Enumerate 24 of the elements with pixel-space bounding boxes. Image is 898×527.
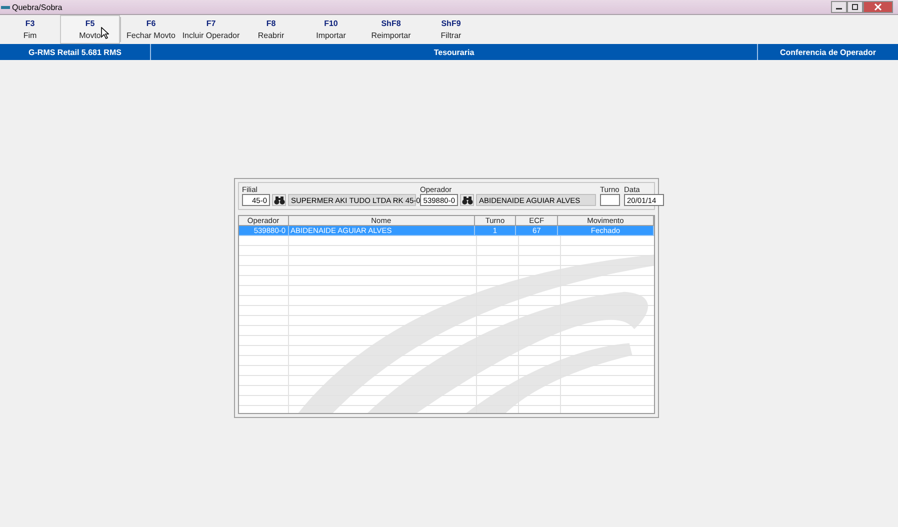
toolbar-button[interactable]: F10 Importar [301, 15, 361, 44]
minimize-button[interactable] [831, 1, 847, 13]
toolbar-button[interactable]: ShF9 Filtrar [421, 15, 481, 44]
binoculars-icon [462, 196, 472, 204]
toolbar-button[interactable]: F7 Incluir Operador [181, 15, 241, 44]
app-version: G-RMS Retail 5.681 RMS [0, 44, 151, 60]
module-name: Tesouraria [432, 46, 476, 58]
screen-name: Conferencia de Operador [757, 44, 898, 60]
toolbar-button[interactable]: F5 Movto [60, 15, 120, 44]
toolbar-button[interactable]: F6 Fechar Movto [121, 15, 181, 44]
toolbar-button[interactable]: ShF8 Reimportar [361, 15, 421, 44]
toolbar-button[interactable]: F8 Reabrir [241, 15, 301, 44]
mouse-cursor-icon [101, 27, 109, 39]
window-title: Quebra/Sobra [12, 2, 62, 12]
search-button[interactable] [272, 194, 286, 206]
close-icon [874, 3, 882, 11]
search-button[interactable] [460, 194, 474, 206]
binoculars-icon [274, 196, 284, 204]
input-field[interactable] [600, 194, 620, 206]
maximize-button[interactable] [847, 1, 863, 13]
app-icon [1, 4, 10, 10]
maximize-icon [851, 3, 859, 11]
toolbar-button[interactable]: F3 Fim [0, 15, 60, 44]
close-button[interactable] [863, 1, 893, 13]
